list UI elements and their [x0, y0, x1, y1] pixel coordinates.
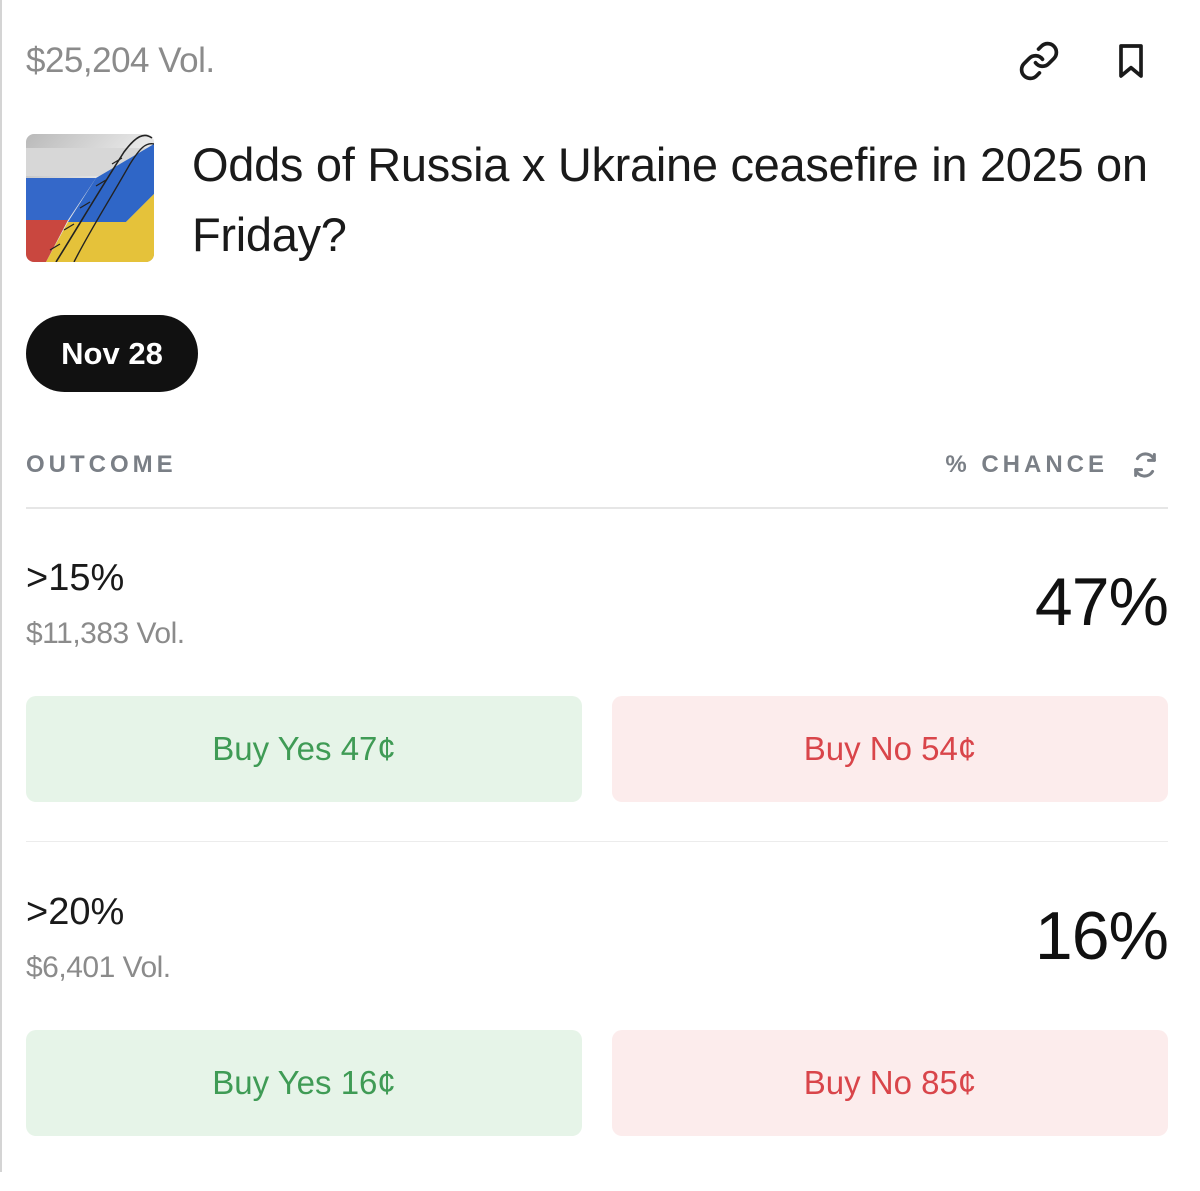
- outcome-volume: $6,401 Vol.: [26, 951, 171, 984]
- outcome-label: >15%: [26, 557, 125, 599]
- buy-yes-button[interactable]: Buy Yes 16¢: [26, 1030, 582, 1136]
- refresh-icon: [1134, 452, 1156, 478]
- outcome-volume: $11,383 Vol.: [26, 617, 185, 650]
- total-volume: $25,204 Vol.: [26, 41, 215, 80]
- link-icon: [1019, 41, 1059, 81]
- header-divider: [26, 507, 1168, 509]
- buy-yes-button[interactable]: Buy Yes 47¢: [26, 696, 582, 802]
- copy-link-button[interactable]: [1016, 38, 1062, 84]
- buy-no-button[interactable]: Buy No 54¢: [612, 696, 1168, 802]
- buy-no-button[interactable]: Buy No 85¢: [612, 1030, 1168, 1136]
- refresh-button[interactable]: [1128, 448, 1162, 482]
- market-card: $25,204 Vol. Odds of Russia x Ukraine ce…: [26, 0, 1169, 1172]
- market-header: Odds of Russia x Ukraine ceasefire in 20…: [26, 134, 1168, 264]
- outcome-row: >20% $6,401 Vol. 16% Buy Yes 16¢ Buy No …: [26, 891, 1169, 1191]
- outcome-label: >20%: [26, 891, 125, 933]
- chance-column-header: % CHANCE: [945, 451, 1108, 478]
- window-edge: [0, 0, 2, 1172]
- outcome-chance: 47%: [1034, 564, 1169, 640]
- market-title: Odds of Russia x Ukraine ceasefire in 20…: [192, 138, 1148, 261]
- date-chip[interactable]: Nov 28: [26, 315, 198, 392]
- bookmark-button[interactable]: [1108, 38, 1154, 84]
- flag-thumbnail: [26, 134, 154, 262]
- outcome-column-header: OUTCOME: [26, 451, 177, 478]
- outcome-chance: 16%: [1034, 898, 1169, 974]
- bookmark-icon: [1119, 44, 1143, 78]
- outcome-row: >15% $11,383 Vol. 47% Buy Yes 47¢ Buy No…: [26, 557, 1169, 857]
- market-topbar: $25,204 Vol.: [26, 38, 1168, 86]
- row-divider: [26, 841, 1168, 842]
